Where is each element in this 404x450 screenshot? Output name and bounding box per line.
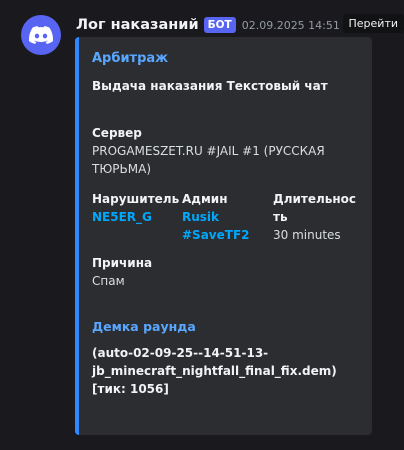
author-name[interactable]: Лог наказаний: [76, 17, 199, 33]
goto-button[interactable]: Перейти: [342, 14, 404, 33]
field-admin: Админ Rusik #SaveTF2: [182, 190, 250, 244]
message-header: Лог наказаний БОТ 02.09.2025 14:51: [76, 15, 340, 35]
bot-badge: БОТ: [203, 17, 236, 33]
field-server: Сервер PROGAMESZET.RU #JAIL #1 (РУССКАЯ …: [92, 124, 367, 178]
embed-body: Арбитраж Выдача наказания Текстовый чат …: [92, 37, 372, 435]
embed: Арбитраж Выдача наказания Текстовый чат …: [75, 37, 372, 435]
field-server-value-line2: ТЮРЬМА): [92, 162, 151, 176]
offender-link[interactable]: NE5ER_G: [92, 208, 179, 226]
message: Лог наказаний БОТ 02.09.2025 14:51 Перей…: [0, 0, 404, 450]
bot-avatar[interactable]: [21, 15, 61, 55]
embed-accent-bar: [75, 37, 79, 435]
field-admin-name: Админ: [182, 192, 228, 206]
field-duration: Длительнос ть 30 minutes: [273, 190, 356, 244]
field-offender-name: Нарушитель: [92, 192, 180, 206]
field-server-value-line1: PROGAMESZET.RU #JAIL #1 (РУССКАЯ: [92, 144, 325, 158]
field-demo: Демка раунда (auto-02-09-25--14-51-13- j…: [92, 318, 367, 398]
field-demo-value-line1: (auto-02-09-25--14-51-13-: [92, 346, 269, 360]
embed-author: Арбитраж: [92, 51, 169, 66]
admin-link-line1[interactable]: Rusik: [182, 208, 250, 226]
field-demo-name: Демка раунда: [92, 319, 196, 334]
field-duration-name-line1: Длительнос: [273, 192, 357, 206]
field-duration-value: 30 minutes: [273, 228, 341, 242]
discord-logo-icon: [29, 26, 53, 44]
field-duration-name-line2: ть: [273, 210, 288, 224]
field-offender: Нарушитель NE5ER_G: [92, 190, 179, 226]
message-timestamp: 02.09.2025 14:51: [241, 18, 340, 32]
embed-title: Выдача наказания Текстовый чат: [92, 79, 328, 93]
field-server-name: Сервер: [92, 126, 142, 140]
field-demo-value-line3: [тик: 1056]: [92, 382, 169, 396]
field-reason-name: Причина: [92, 256, 153, 270]
field-reason-value: Спам: [92, 274, 125, 288]
field-reason: Причина Спам: [92, 254, 152, 290]
admin-link-line2[interactable]: #SaveTF2: [182, 226, 250, 244]
field-demo-value-line2: jb_minecraft_nightfall_final_fix.dem): [92, 364, 337, 378]
